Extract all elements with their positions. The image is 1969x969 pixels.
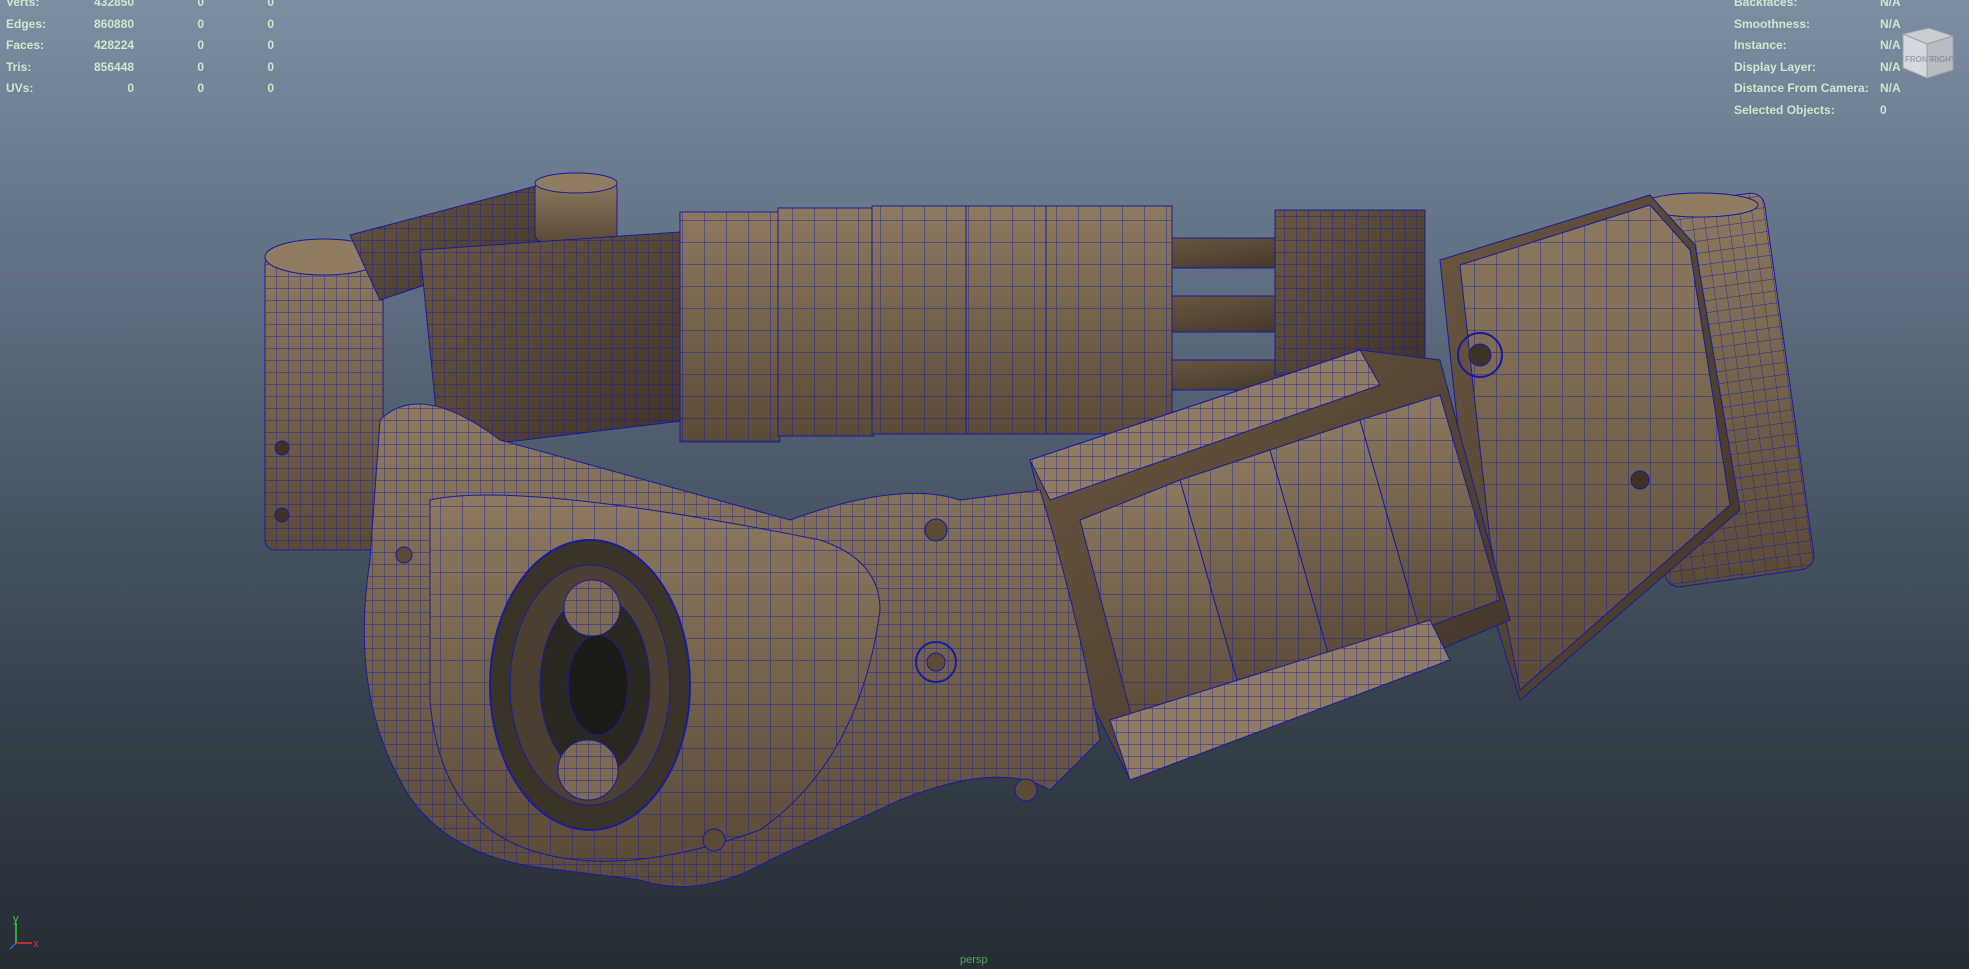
axis-gizmo-icon: y x <box>9 913 39 950</box>
poly-count-hud: Verts: 432850 0 0 Edges: 860880 0 0 Face… <box>6 0 276 95</box>
axis-y-label: y <box>13 913 19 925</box>
view-cube-icon[interactable]: FRONT RIGHT <box>1895 20 1957 82</box>
hud-label: UVs: <box>6 81 34 95</box>
hud-value: 0 <box>197 17 204 31</box>
hud-value: 432850 <box>94 0 135 9</box>
hud-value: 0 <box>267 38 274 52</box>
viewport-canvas[interactable] <box>0 0 1969 969</box>
view-cube-right-label[interactable]: RIGHT <box>1931 55 1956 64</box>
hud-value: N/A <box>1880 81 1901 95</box>
hud-label: Display Layer: <box>1734 60 1817 74</box>
belt-mesh[interactable] <box>264 172 1816 888</box>
hud-value: 0 <box>197 38 204 52</box>
object-details-hud: Backfaces: N/A Smoothness: N/A Instance:… <box>1734 0 1914 117</box>
front-buckle <box>363 403 1101 888</box>
hud-value: 0 <box>267 17 274 31</box>
hud-value: 0 <box>197 81 204 95</box>
view-cube-front-label[interactable]: FRONT <box>1905 55 1933 64</box>
hud-value: 0 <box>127 81 134 95</box>
hud-label: Backfaces: <box>1734 0 1798 9</box>
hud-value: 0 <box>267 60 274 74</box>
hud-label: Edges: <box>6 17 47 31</box>
hud-value: 0 <box>197 0 204 9</box>
hud-label: Distance From Camera: <box>1734 81 1869 95</box>
hud-value: 428224 <box>94 38 135 52</box>
hud-value: N/A <box>1880 0 1901 9</box>
hud-label: Smoothness: <box>1734 17 1811 31</box>
hud-label: Instance: <box>1734 38 1787 52</box>
hud-value: 856448 <box>94 60 135 74</box>
hud-label: Verts: <box>6 0 40 9</box>
left-cylinder <box>264 238 384 551</box>
hud-value: 860880 <box>94 17 135 31</box>
hud-value: 0 <box>267 81 274 95</box>
camera-name-label: persp <box>960 954 988 966</box>
hud-value: 0 <box>267 0 274 9</box>
hud-label: Faces: <box>6 38 45 52</box>
hud-label: Tris: <box>6 60 32 74</box>
hud-value: 0 <box>197 60 204 74</box>
hud-label: Selected Objects: <box>1734 103 1835 117</box>
axis-x-label: x <box>33 938 39 950</box>
hud-value: 0 <box>1880 103 1887 117</box>
